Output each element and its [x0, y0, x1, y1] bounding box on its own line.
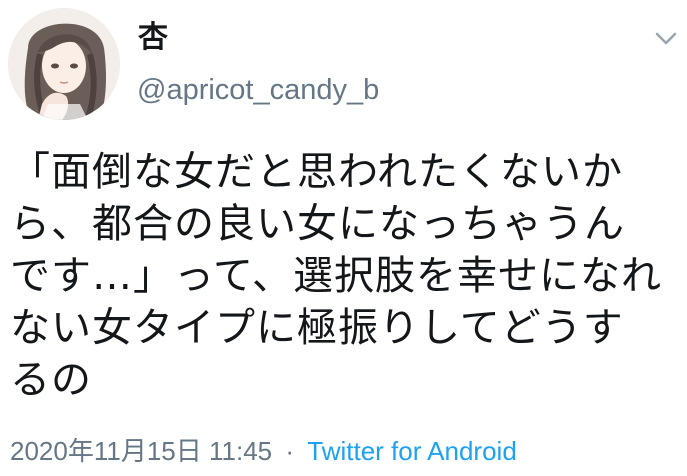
tweet-text-line: です…」って、選択肢を幸せになれ — [10, 253, 662, 299]
tweet-menu-button[interactable] — [650, 26, 682, 52]
tweet-meta: 2020年11月15日 11:45 · Twitter for Android — [10, 434, 517, 468]
avatar-illustration-icon — [8, 8, 120, 120]
tweet-source-link[interactable]: Twitter for Android — [307, 436, 517, 466]
meta-separator: · — [285, 436, 295, 466]
chevron-down-icon — [655, 32, 677, 45]
avatar[interactable] — [8, 8, 120, 120]
user-handle[interactable]: @apricot_candy_b — [137, 72, 379, 108]
tweet-text-line: るの — [10, 357, 92, 403]
tweet-card: 杏 @apricot_candy_b 「面倒な女だと思われたくないか ら、都合の… — [0, 0, 687, 476]
tweet-text-line: ら、都合の良い女になっちゃうん — [10, 201, 625, 247]
tweet-timestamp[interactable]: 2020年11月15日 11:45 — [10, 436, 272, 466]
tweet-text: 「面倒な女だと思われたくないか ら、都合の良い女になっちゃうん です…」って、選… — [10, 146, 680, 406]
display-name[interactable]: 杏 — [138, 20, 168, 56]
tweet-text-line: ない女タイプに極振りしてどうす — [10, 305, 624, 351]
tweet-text-line: 「面倒な女だと思われたくないか — [10, 149, 623, 195]
